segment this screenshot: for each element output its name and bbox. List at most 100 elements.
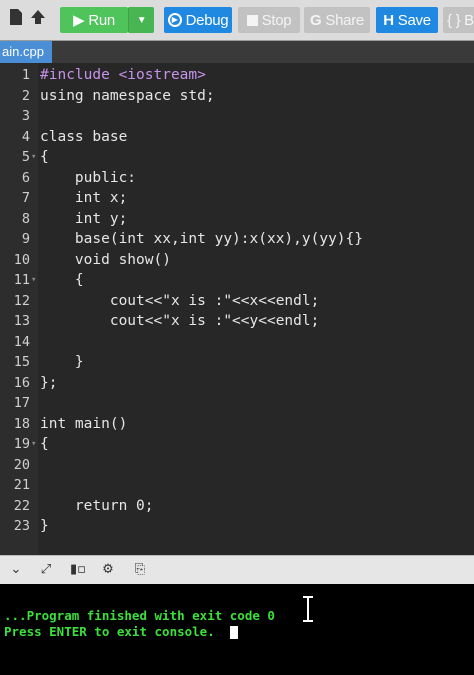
- code-line[interactable]: 16};: [0, 373, 474, 393]
- code-line[interactable]: 18 int main(): [0, 414, 474, 434]
- code-line[interactable]: 19 ▾{: [0, 434, 474, 454]
- code-text: {: [40, 149, 49, 165]
- line-number: 20: [13, 456, 30, 473]
- line-number: 23: [13, 518, 30, 534]
- code-text: base(int xx,int yy):x(xx),y(yy){}: [40, 231, 364, 247]
- code-line[interactable]: 21: [0, 475, 474, 495]
- upload-icon[interactable]: [28, 8, 48, 30]
- file-tab[interactable]: ain.cpp: [0, 41, 52, 63]
- save-label: Save: [397, 11, 431, 29]
- file-icon[interactable]: [6, 8, 26, 30]
- copy-icon[interactable]: ⎘: [130, 560, 150, 580]
- share-label: Share: [325, 11, 364, 29]
- line-number: 16: [13, 374, 30, 391]
- save-button[interactable]: H Save: [376, 7, 438, 33]
- code-line[interactable]: 5 ▾{: [0, 147, 474, 167]
- code-line[interactable]: 23}: [0, 516, 474, 536]
- code-line[interactable]: 9 base(int xx,int yy):x(xx),y(yy){}: [0, 229, 474, 249]
- code-text: {: [40, 272, 84, 288]
- code-line[interactable]: 12 cout<<"x is :"<<x<<endl;: [0, 291, 474, 311]
- code-line[interactable]: 2 using namespace std;: [0, 86, 474, 106]
- share-button[interactable]: G Share: [304, 7, 370, 33]
- code-line[interactable]: 14: [0, 332, 474, 352]
- chevron-down-icon[interactable]: ⌄: [6, 560, 26, 580]
- line-number: 18: [13, 415, 30, 432]
- code-line[interactable]: 22 return 0;: [0, 496, 474, 516]
- line-number: 4: [21, 128, 30, 145]
- code-line[interactable]: 13 cout<<"x is :"<<y<<endl;: [0, 311, 474, 331]
- code-text: class base: [40, 128, 128, 145]
- floppy-icon: H: [383, 11, 394, 29]
- line-number: 21: [13, 477, 30, 493]
- code-line[interactable]: 7 int x;: [0, 188, 474, 208]
- code-line[interactable]: 4 class base: [0, 127, 474, 147]
- terminal-icon[interactable]: ▮▫: [68, 560, 88, 580]
- code-editor[interactable]: 1 #include <iostream> 2 using namespace std…: [0, 63, 474, 555]
- debug-icon: ▶: [167, 13, 182, 27]
- run-button[interactable]: ▶ Run: [60, 7, 128, 33]
- line-number: 9: [21, 231, 30, 247]
- play-icon: ▶: [73, 12, 85, 29]
- line-number: 1: [21, 67, 30, 83]
- line-number: 22: [13, 497, 30, 514]
- debug-label: Debug: [185, 11, 229, 29]
- stop-icon: [246, 14, 258, 26]
- line-number: 17: [13, 395, 30, 411]
- line-number: 19: [13, 436, 30, 452]
- line-number: 13: [13, 313, 30, 329]
- toolbar: ▶ Run ▼ ▶ Debug Stop G Share H Save { } …: [0, 0, 474, 41]
- line-number: 11: [13, 272, 30, 288]
- code-text: int x;: [40, 190, 128, 206]
- beautify-button[interactable]: { } B: [443, 7, 474, 33]
- code-line[interactable]: 20: [0, 455, 474, 475]
- beautify-label: { } B: [447, 11, 474, 29]
- expand-icon[interactable]: ⤢: [36, 560, 56, 580]
- code-text: int y;: [40, 210, 128, 227]
- code-text: cout<<"x is :"<<y<<endl;: [40, 313, 320, 329]
- line-number: 10: [13, 251, 30, 268]
- run-label: Run: [88, 11, 115, 29]
- code-text: cout<<"x is :"<<x<<endl;: [40, 292, 320, 309]
- file-tab-label: ain.cpp: [2, 44, 44, 59]
- code-line[interactable]: 17: [0, 393, 474, 413]
- code-line[interactable]: 11 ▾ {: [0, 270, 474, 290]
- line-number: 14: [13, 333, 30, 350]
- line-number: 15: [13, 354, 30, 370]
- fold-toggle-icon[interactable]: ▾: [31, 434, 36, 454]
- fold-toggle-icon[interactable]: ▾: [31, 147, 36, 167]
- line-number: 6: [21, 169, 30, 186]
- code-line[interactable]: 15 }: [0, 352, 474, 372]
- line-number: 2: [21, 87, 30, 104]
- console-line-finished: ...Program finished with exit code 0: [4, 608, 275, 623]
- code-text: }: [40, 354, 84, 370]
- chevron-down-icon: ▼: [136, 14, 147, 26]
- code-text: using namespace std;: [40, 87, 215, 104]
- code-text: public:: [40, 169, 137, 186]
- code-line[interactable]: 6 public:: [0, 168, 474, 188]
- code-line[interactable]: 1 #include <iostream>: [0, 65, 474, 85]
- line-number: 5: [21, 149, 30, 165]
- fold-toggle-icon[interactable]: ▾: [31, 270, 36, 290]
- share-icon: G: [310, 11, 322, 29]
- run-dropdown-button[interactable]: ▼: [128, 7, 154, 33]
- upload-icon-glyph: [31, 10, 45, 24]
- line-number: 8: [21, 210, 30, 227]
- file-tab-bar: ain.cpp: [0, 41, 474, 63]
- debug-button[interactable]: ▶ Debug: [164, 7, 232, 33]
- ibeam-cursor-icon: [303, 596, 313, 622]
- code-line[interactable]: 8 int y;: [0, 209, 474, 229]
- code-text: }: [40, 518, 49, 534]
- code-text: return 0;: [40, 497, 154, 514]
- code-line[interactable]: 10 void show(): [0, 250, 474, 270]
- console-output[interactable]: ...Program finished with exit code 0 Pre…: [0, 584, 474, 675]
- settings-icon[interactable]: ⚙: [98, 560, 118, 580]
- console-line-press-enter: Press ENTER to exit console.: [4, 624, 215, 639]
- stop-button[interactable]: Stop: [238, 7, 300, 33]
- line-number: 12: [13, 292, 30, 309]
- code-line[interactable]: 3: [0, 106, 474, 126]
- line-number: 3: [21, 108, 30, 124]
- console-cursor: [230, 626, 238, 639]
- code-text: {: [40, 436, 49, 452]
- console-toolbar: ⌄ ⤢ ▮▫ ⚙ ⎘: [0, 555, 474, 584]
- code-text: };: [40, 374, 58, 391]
